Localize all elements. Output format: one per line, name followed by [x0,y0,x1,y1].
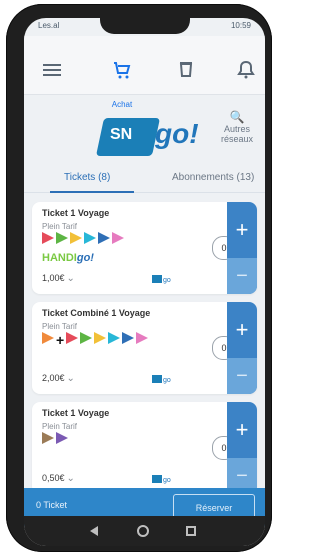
arrow-pink-icon [136,331,149,349]
ticket-card: Ticket 1 Voyage Plein Tarif HANDIgo! 1,0… [32,202,257,294]
add-ticket-button[interactable]: + [227,212,257,248]
sngo-logo: SN go! [95,108,210,160]
mini-sngo-icon: go [152,475,171,484]
chevron-down-icon: ⌄ [66,373,75,384]
arrow-blue-icon [122,331,135,349]
other-networks-search[interactable]: 🔍 Autres réseaux [210,110,264,144]
chevron-down-icon: ⌄ [66,273,75,284]
quantity-controls: + − [227,202,257,294]
mini-sngo-icon: go [152,375,171,384]
status-left: Les.al [38,21,60,30]
arrow-red-icon [42,231,54,249]
status-bar: Les.al 10:59 [24,18,265,34]
ticket-subtitle: Plein Tarif [42,322,77,331]
active-tab-underline [50,191,134,193]
ticket-card: Ticket 1 Voyage Plein Tarif 0,50€ ⌄ go 0 … [32,402,257,494]
quantity-controls: + − [227,302,257,394]
tab-tickets-list[interactable]: Tickets (8) [64,172,110,183]
mini-sngo-icon: go [152,275,171,284]
ticket-price: 0,50€ ⌄ [42,473,75,484]
arrow-pink-icon [112,231,124,249]
app-logo: SN go! [95,108,210,160]
hamburger-icon [43,64,61,76]
recent-apps-icon[interactable] [184,524,198,538]
android-nav-bar [24,516,265,546]
ticket-price: 1,00€ ⌄ [42,273,75,284]
logo-go: go! [155,118,199,149]
line-arrows [42,432,68,448]
search-icon: 🔍 [229,110,245,124]
ticket-price: 2,00€ ⌄ [42,373,75,384]
add-ticket-button[interactable]: + [227,312,257,348]
ticket-count: 0 Ticket [36,500,68,510]
arrow-brown-icon [42,431,54,449]
arrow-cyan-icon [84,231,96,249]
logo-sn: SN [110,126,133,143]
search-label-1: Autres [223,124,250,134]
app-screen: Les.al 10:59 Achat SN go! 🔍 Autres résea… [24,18,265,546]
arrow-red-icon [66,331,79,349]
handigo-logo: HANDIgo! [42,252,94,264]
add-ticket-button[interactable]: + [227,412,257,448]
tab-achat[interactable]: Achat [110,58,134,109]
ticket-subtitle: Plein Tarif [42,222,77,231]
ticket-title: Ticket 1 Voyage [42,208,110,218]
ticket-subtitle: Plein Tarif [42,422,77,431]
back-icon[interactable] [88,524,102,538]
ticket-bin-icon [179,62,193,77]
bell-icon [237,60,255,79]
svg-text:go: go [163,277,171,284]
search-label-2: réseaux [220,134,254,144]
tab-notifications[interactable] [234,58,258,82]
plus-icon: + [56,332,65,348]
top-navigation: Achat [24,36,265,109]
arrow-yellow-icon [70,231,82,249]
svg-text:go: go [163,477,171,484]
remove-ticket-button[interactable]: − [227,258,257,294]
status-right: 10:59 [230,21,251,30]
arrow-blue-icon [98,231,110,249]
quantity-controls: + − [227,402,257,494]
line-arrows: + [42,331,149,349]
remove-ticket-button[interactable]: − [227,358,257,394]
chevron-down-icon: ⌄ [66,473,75,484]
ticket-card: Ticket Combiné 1 Voyage Plein Tarif + 2,… [32,302,257,394]
menu-button[interactable] [40,58,64,82]
cart-icon [114,62,131,79]
svg-text:go: go [163,377,171,384]
home-icon[interactable] [136,524,150,538]
ticket-title: Ticket Combiné 1 Voyage [42,308,151,318]
tab-bar: Tickets (8) Abonnements (13) [24,168,265,193]
arrow-cyan-icon [108,331,121,349]
device-frame: Les.al 10:59 Achat SN go! 🔍 Autres résea… [6,4,272,552]
arrow-orange-icon [42,331,54,349]
arrow-yellow-icon [94,331,107,349]
tab-subscriptions[interactable]: Abonnements (13) [172,172,254,183]
line-arrows [42,232,124,248]
ticket-title: Ticket 1 Voyage [42,408,110,418]
arrow-green-icon [80,331,93,349]
arrow-purple-icon [56,431,68,449]
arrow-green-icon [56,231,68,249]
tab-tickets[interactable] [174,58,198,82]
